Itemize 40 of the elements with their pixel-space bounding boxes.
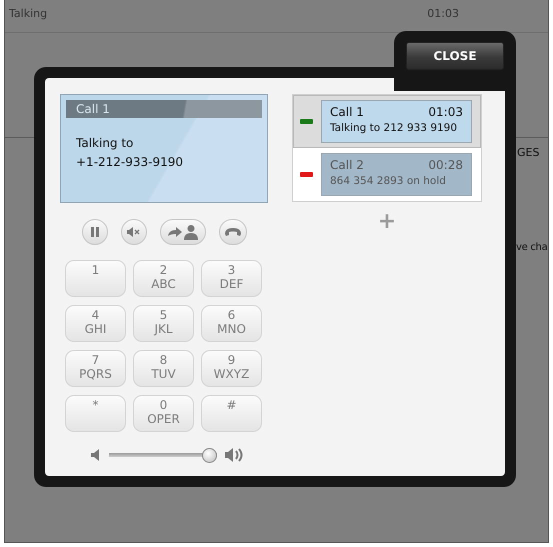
transfer-icon (167, 224, 199, 240)
phone-number: +1-212-933-9190 (75, 154, 184, 171)
section-heading: GES (517, 145, 540, 161)
body-text: ve cha (516, 241, 548, 255)
transfer-button[interactable] (160, 219, 206, 245)
add-call-button[interactable]: + (378, 212, 396, 232)
call-detail: 864 354 2893 on hold (330, 174, 447, 189)
keypad-key[interactable]: 4 GHI (65, 305, 126, 342)
keypad-key[interactable]: 1 (65, 260, 126, 297)
call-name: Call 1 (330, 104, 364, 121)
hold-button[interactable] (82, 219, 108, 245)
call-status: Talking to (75, 135, 134, 152)
keypad-key[interactable]: 2 ABC (133, 260, 194, 297)
close-button[interactable]: CLOSE (406, 42, 504, 70)
keypad-key[interactable]: 8 TUV (133, 350, 194, 387)
call-list-item[interactable]: Call 1 01:03 Talking to 212 933 9190 (293, 95, 481, 148)
mute-icon (127, 227, 141, 237)
keypad-key[interactable]: 7 PQRS (65, 350, 126, 387)
hang-up-icon (225, 228, 241, 236)
call-name: Call 2 (330, 156, 364, 174)
status-text: Talking (9, 6, 48, 22)
call-title: Call 1 (66, 100, 262, 118)
call-timer: 01:03 (427, 6, 459, 22)
keypad-key[interactable]: 3 DEF (201, 260, 262, 297)
pause-icon (90, 227, 100, 237)
keypad-key[interactable]: 5 JKL (133, 305, 194, 342)
keypad-key[interactable]: * (65, 395, 126, 432)
keypad-key[interactable]: 0 OPER (133, 395, 194, 432)
call-list-item[interactable]: Call 2 00:28 864 354 2893 on hold (293, 148, 481, 200)
keypad-key[interactable]: 6 MNO (201, 305, 262, 342)
call-duration: 01:03 (428, 104, 463, 121)
keypad-key[interactable]: # (201, 395, 262, 432)
speaker-low-icon (91, 449, 101, 461)
mute-button[interactable] (121, 219, 147, 245)
speaker-high-icon (225, 447, 245, 463)
call-duration: 00:28 (428, 156, 463, 174)
call-detail: Talking to 212 933 9190 (330, 121, 458, 136)
keypad-key[interactable]: 9 WXYZ (201, 350, 262, 387)
hangup-button[interactable] (219, 219, 247, 245)
slider-thumb[interactable] (202, 448, 217, 462)
